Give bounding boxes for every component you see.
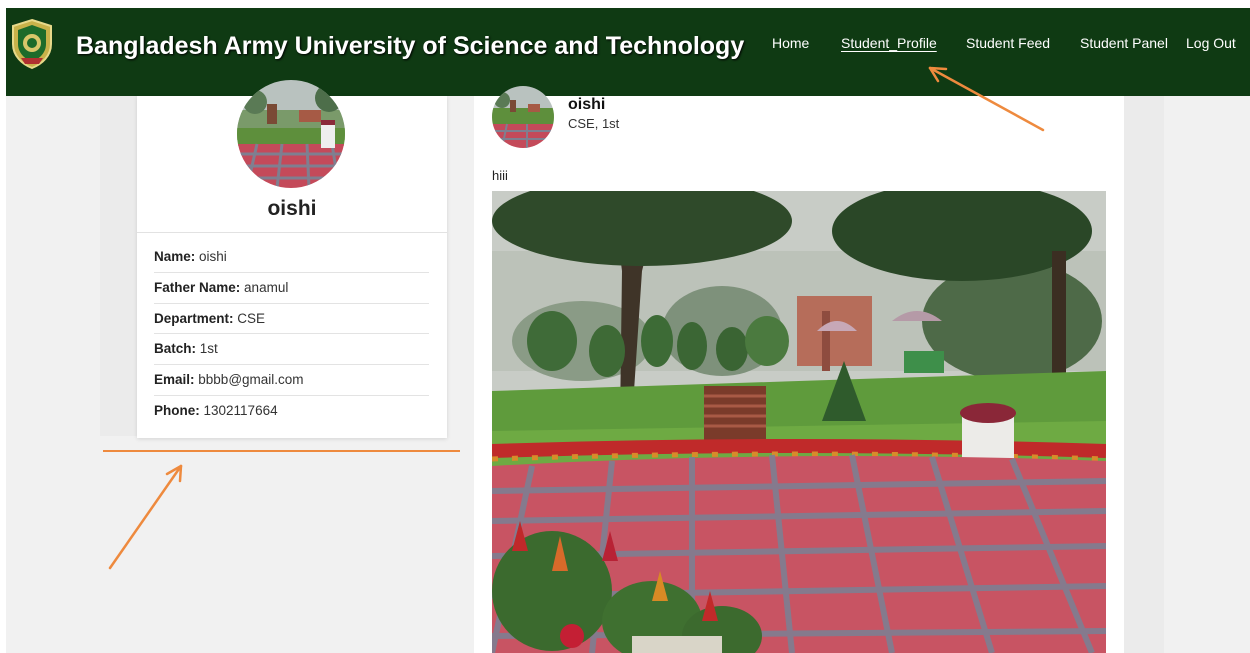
card-divider	[137, 232, 447, 233]
post-text: hiii	[492, 168, 508, 183]
navbar: Bangladesh Army University of Science an…	[6, 8, 1250, 96]
profile-avatar	[237, 80, 345, 188]
nav-student-profile[interactable]: Student_Profile	[841, 35, 937, 51]
post-meta: CSE, 1st	[568, 116, 620, 131]
info-value: 1st	[199, 341, 218, 357]
info-value: 1302117664	[203, 402, 278, 418]
info-email: Email: bbbb@gmail.com	[154, 365, 429, 396]
info-name: Name: oishi	[154, 242, 429, 273]
info-label: Batch:	[154, 341, 197, 357]
info-label: Father Name:	[154, 279, 241, 295]
post-username[interactable]: oishi	[568, 96, 605, 114]
nav-student-panel[interactable]: Student Panel	[1080, 35, 1168, 51]
info-batch: Batch: 1st	[154, 334, 429, 366]
info-value: CSE	[237, 310, 266, 326]
info-value: bbbb@gmail.com	[198, 372, 304, 388]
annotation-underline	[103, 450, 460, 452]
top-strip	[0, 0, 1250, 8]
info-department: Department: CSE	[154, 304, 429, 335]
info-father-name: Father Name: anamul	[154, 273, 429, 304]
profile-info-list: Name: oishi Father Name: anamul Departme…	[154, 242, 429, 427]
left-column-shade	[100, 96, 140, 436]
info-phone: Phone: 1302117664	[154, 396, 429, 427]
info-label: Department:	[154, 310, 234, 326]
post-image	[492, 191, 1106, 653]
info-label: Phone:	[154, 402, 200, 418]
info-value: oishi	[199, 249, 227, 264]
profile-card: oishi Name: oishi Father Name: anamul De…	[137, 80, 447, 438]
student-feed: oishi CSE, 1st hiii	[474, 86, 1124, 653]
nav-student-feed[interactable]: Student Feed	[966, 35, 1050, 51]
info-label: Name:	[154, 249, 196, 264]
right-column-shade	[1124, 96, 1164, 653]
nav-log-out[interactable]: Log Out	[1186, 35, 1236, 51]
nav-home[interactable]: Home	[772, 35, 809, 51]
nav-links: Home Student_Profile Student Feed Studen…	[6, 35, 1250, 55]
info-value: anamul	[244, 279, 289, 295]
post-avatar[interactable]	[492, 86, 554, 148]
profile-name: oishi	[267, 197, 317, 220]
info-label: Email:	[154, 372, 195, 388]
